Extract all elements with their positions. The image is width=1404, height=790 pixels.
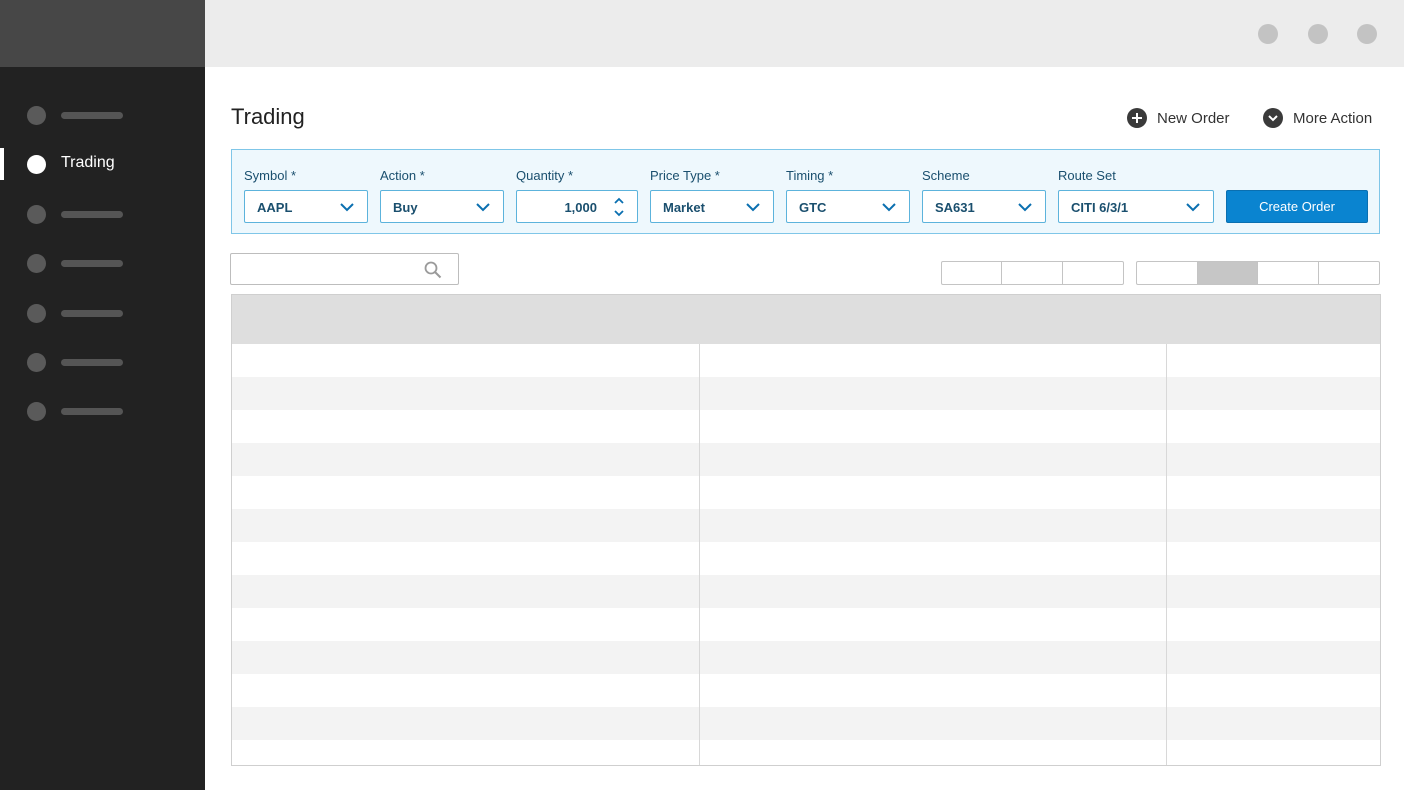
table-row[interactable]	[232, 542, 1380, 575]
view-toggle-segment[interactable]	[1137, 262, 1198, 284]
chevron-down-icon	[1018, 203, 1032, 212]
sidebar-item-trading[interactable]: Trading	[0, 147, 205, 183]
nav-placeholder-label	[61, 359, 123, 366]
nav-dot-icon	[27, 304, 46, 323]
column-divider	[1166, 344, 1167, 765]
price-type-value: Market	[663, 200, 705, 215]
active-indicator	[0, 148, 4, 180]
window-control-button[interactable]	[1258, 24, 1278, 44]
route-set-select[interactable]: CITI 6/3/1	[1058, 190, 1214, 223]
order-entry-form: Symbol * AAPL Action * Buy Quantity * 1,…	[231, 149, 1380, 234]
table-row[interactable]	[232, 410, 1380, 443]
timing-value: GTC	[799, 200, 827, 215]
table-row[interactable]	[232, 707, 1380, 740]
sidebar-item-5[interactable]	[0, 296, 205, 332]
view-toggle-segment[interactable]	[942, 262, 1003, 284]
new-order-label: New Order	[1157, 109, 1230, 127]
table-row[interactable]	[232, 674, 1380, 707]
table-row[interactable]	[232, 608, 1380, 641]
plus-circle-icon	[1127, 108, 1147, 128]
chevron-down-icon	[882, 203, 896, 212]
timing-select[interactable]: GTC	[786, 190, 910, 223]
table-header	[232, 295, 1380, 344]
action-select[interactable]: Buy	[380, 190, 504, 223]
symbol-value: AAPL	[257, 200, 293, 215]
view-toggle-segment[interactable]	[1063, 262, 1123, 284]
price-type-select[interactable]: Market	[650, 190, 774, 223]
nav-dot-icon	[27, 254, 46, 273]
view-toggle-segment-selected[interactable]	[1197, 262, 1258, 284]
sidebar-item-1[interactable]	[0, 98, 205, 134]
nav-placeholder-label	[61, 260, 123, 267]
nav-dot-icon	[27, 353, 46, 372]
symbol-label: Symbol *	[244, 168, 297, 183]
new-order-button[interactable]: New Order	[1127, 107, 1230, 129]
quantity-stepper[interactable]: 1,000	[516, 190, 638, 223]
window-control-button[interactable]	[1357, 24, 1377, 44]
sidebar-item-6[interactable]	[0, 345, 205, 381]
scheme-select[interactable]: SA631	[922, 190, 1046, 223]
nav-placeholder-label	[61, 211, 123, 218]
table-row[interactable]	[232, 509, 1380, 542]
table-row[interactable]	[232, 344, 1380, 377]
nav-placeholder-label	[61, 408, 123, 415]
more-action-label: More Action	[1293, 109, 1373, 127]
stepper-arrows-icon[interactable]	[613, 195, 625, 219]
chevron-down-circle-icon	[1263, 108, 1283, 128]
data-table	[231, 294, 1381, 766]
chevron-down-icon	[746, 203, 760, 212]
search-icon	[424, 261, 442, 279]
scheme-label: Scheme	[922, 168, 970, 183]
view-toggle-segment[interactable]	[1258, 262, 1319, 284]
quantity-label: Quantity *	[516, 168, 574, 183]
sidebar-item-3[interactable]	[0, 197, 205, 233]
nav-dot-icon	[27, 106, 46, 125]
table-row[interactable]	[232, 740, 1380, 765]
column-divider	[699, 344, 700, 765]
nav-dot-icon	[27, 155, 46, 174]
more-action-button[interactable]: More Action	[1263, 107, 1372, 129]
table-row[interactable]	[232, 641, 1380, 674]
view-toggle-group-1	[941, 261, 1124, 285]
table-row[interactable]	[232, 443, 1380, 476]
route-set-value: CITI 6/3/1	[1071, 200, 1129, 215]
nav-placeholder-label	[61, 310, 123, 317]
view-toggle-segment[interactable]	[1002, 262, 1063, 284]
chevron-down-icon	[476, 203, 490, 212]
page-title: Trading	[231, 104, 305, 129]
sidebar: Trading	[0, 0, 205, 790]
timing-label: Timing *	[786, 168, 834, 183]
action-label: Action *	[380, 168, 425, 183]
symbol-select[interactable]: AAPL	[244, 190, 368, 223]
price-type-label: Price Type *	[650, 168, 720, 183]
sidebar-logo-area	[0, 0, 205, 67]
nav-placeholder-label	[61, 112, 123, 119]
nav-dot-icon	[27, 402, 46, 421]
create-order-button[interactable]: Create Order	[1226, 190, 1368, 223]
route-set-label: Route Set	[1058, 168, 1116, 183]
sidebar-item-4[interactable]	[0, 246, 205, 282]
table-row[interactable]	[232, 377, 1380, 410]
view-toggle-segment[interactable]	[1319, 262, 1380, 284]
action-value: Buy	[393, 200, 418, 215]
chevron-down-icon	[340, 203, 354, 212]
nav-dot-icon	[27, 205, 46, 224]
top-bar	[205, 0, 1404, 67]
search-input[interactable]	[230, 253, 459, 285]
sidebar-item-7[interactable]	[0, 394, 205, 430]
scheme-value: SA631	[935, 200, 975, 215]
quantity-value: 1,000	[564, 200, 597, 215]
view-toggle-group-2	[1136, 261, 1380, 285]
window-control-button[interactable]	[1308, 24, 1328, 44]
table-row[interactable]	[232, 575, 1380, 608]
table-row[interactable]	[232, 476, 1380, 509]
sidebar-item-label: Trading	[61, 154, 115, 171]
chevron-down-icon	[1186, 203, 1200, 212]
